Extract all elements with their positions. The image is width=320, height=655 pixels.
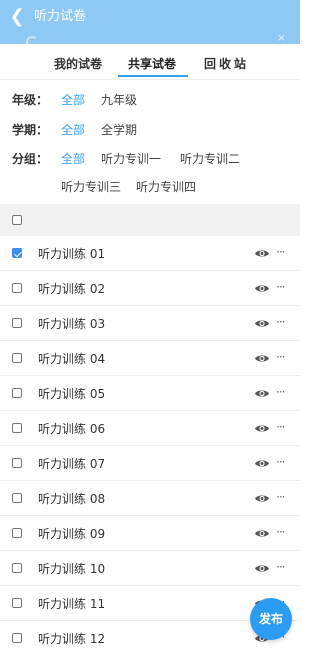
list-item[interactable]: 听力训练 05 ··· (0, 376, 300, 411)
active-tab-indicator (118, 75, 188, 77)
paper-title: 听力训练 01 (38, 247, 106, 261)
row-checkbox[interactable] (12, 353, 22, 363)
filter-panel: 年级： 全部 九年级 学期： 全部 全学期 分组： 全部 听力专训一 听力专训二… (0, 80, 300, 204)
list-item[interactable]: 听力训练 02 ··· (0, 271, 300, 306)
list-item[interactable]: 听力训练 07 ··· (0, 446, 300, 481)
more-icon[interactable]: ··· (276, 561, 286, 573)
list-item[interactable]: 听力训练 08 ··· (0, 481, 300, 516)
list-item[interactable]: 听力训练 01 ··· (0, 236, 300, 271)
page-title: 听力试卷 (34, 9, 87, 24)
row-checkbox[interactable] (12, 388, 22, 398)
paper-title: 听力训练 07 (38, 457, 106, 471)
eye-icon[interactable] (254, 283, 270, 294)
term-option-all[interactable]: 全部 (61, 123, 85, 137)
paper-title: 听力训练 08 (38, 492, 106, 506)
list-item[interactable]: 听力训练 04 ··· (0, 341, 300, 376)
grade-option-grade9[interactable]: 九年级 (101, 93, 137, 107)
row-checkbox[interactable] (12, 318, 22, 328)
paper-title: 听力训练 05 (38, 387, 106, 401)
row-checkbox[interactable] (12, 563, 22, 573)
group-filter-label: 分组： (12, 152, 49, 166)
list-item[interactable]: 听力训练 09 ··· (0, 516, 300, 551)
group-option-1[interactable]: 听力专训一 (101, 152, 161, 166)
tab-recycle-bin[interactable]: 回收站 (204, 57, 249, 71)
more-icon[interactable]: ··· (276, 526, 286, 538)
group-option-all[interactable]: 全部 (61, 152, 85, 166)
app-header: ❮ 听力试卷 × (0, 0, 300, 44)
more-icon[interactable]: ··· (276, 456, 286, 468)
row-checkbox[interactable] (12, 598, 22, 608)
select-all-bar (0, 204, 300, 236)
list-item[interactable]: 听力训练 06 ··· (0, 411, 300, 446)
row-checkbox[interactable] (12, 458, 22, 468)
eye-icon[interactable] (254, 528, 270, 539)
more-icon[interactable]: ··· (276, 421, 286, 433)
paper-title: 听力训练 02 (38, 282, 106, 296)
row-checkbox[interactable] (12, 633, 22, 643)
publish-button[interactable]: 发布 (250, 598, 292, 640)
grade-option-all[interactable]: 全部 (61, 93, 85, 107)
back-chevron-icon[interactable]: ❮ (6, 6, 28, 28)
paper-title: 听力训练 09 (38, 527, 106, 541)
eye-icon[interactable] (254, 248, 270, 259)
paper-title: 听力训练 10 (38, 562, 106, 576)
list-item[interactable]: 听力训练 10 ··· (0, 551, 300, 586)
paper-title: 听力训练 04 (38, 352, 106, 366)
eye-icon[interactable] (254, 388, 270, 399)
paper-title: 听力训练 12 (38, 632, 106, 646)
eye-icon[interactable] (254, 458, 270, 469)
group-option-4[interactable]: 听力专训四 (136, 180, 196, 194)
paper-title: 听力训练 11 (38, 597, 106, 611)
tab-my-papers[interactable]: 我的试卷 (54, 57, 102, 71)
close-icon[interactable]: × (277, 32, 286, 44)
loading-spinner-icon (26, 36, 38, 44)
more-icon[interactable]: ··· (276, 316, 286, 328)
term-filter-label: 学期： (12, 123, 49, 137)
eye-icon[interactable] (254, 493, 270, 504)
row-checkbox[interactable] (12, 493, 22, 503)
paper-title: 听力训练 03 (38, 317, 106, 331)
paper-title: 听力训练 06 (38, 422, 106, 436)
select-all-checkbox[interactable] (12, 215, 22, 225)
row-checkbox[interactable] (12, 248, 22, 258)
more-icon[interactable]: ··· (276, 246, 286, 258)
more-icon[interactable]: ··· (276, 491, 286, 503)
more-icon[interactable]: ··· (276, 281, 286, 293)
list-item[interactable]: 听力训练 03 ··· (0, 306, 300, 341)
eye-icon[interactable] (254, 318, 270, 329)
tab-shared-papers[interactable]: 共享试卷 (128, 57, 176, 71)
grade-filter-label: 年级： (12, 93, 49, 107)
term-option-full-term[interactable]: 全学期 (101, 123, 137, 137)
group-option-2[interactable]: 听力专训二 (180, 152, 240, 166)
row-checkbox[interactable] (12, 283, 22, 293)
row-checkbox[interactable] (12, 423, 22, 433)
more-icon[interactable]: ··· (276, 351, 286, 363)
more-icon[interactable]: ··· (276, 386, 286, 398)
row-checkbox[interactable] (12, 528, 22, 538)
eye-icon[interactable] (254, 353, 270, 364)
tab-bar: 我的试卷 共享试卷 回收站 (0, 44, 300, 80)
group-option-3[interactable]: 听力专训三 (61, 180, 121, 194)
eye-icon[interactable] (254, 423, 270, 434)
eye-icon[interactable] (254, 563, 270, 574)
